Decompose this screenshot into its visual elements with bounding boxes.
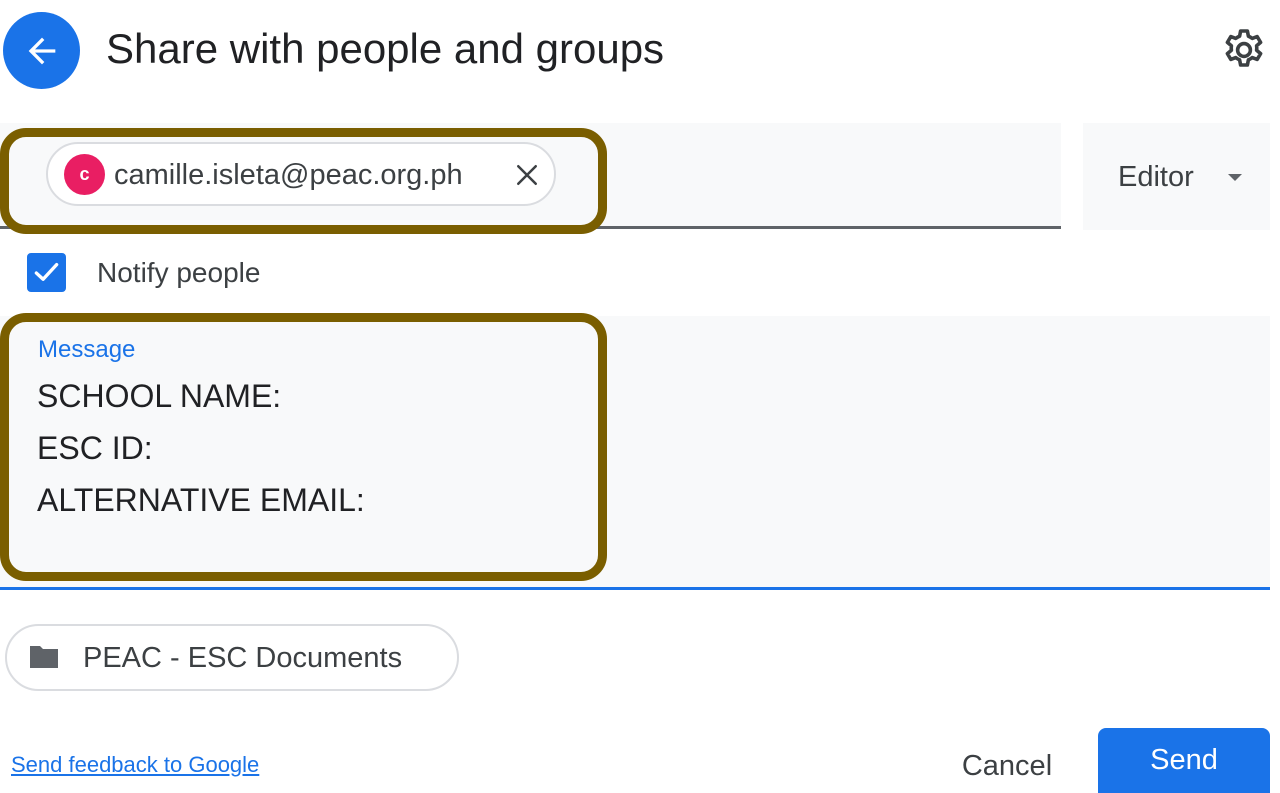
recipient-email: camille.isleta@peac.org.ph — [114, 159, 463, 191]
close-icon — [517, 165, 537, 185]
message-text: SCHOOL NAME: ESC ID: ALTERNATIVE EMAIL: — [37, 378, 365, 518]
cancel-button[interactable]: Cancel — [940, 740, 1074, 793]
role-label: Editor — [1118, 161, 1194, 193]
settings-button[interactable] — [1220, 26, 1268, 74]
message-label: Message — [38, 336, 136, 363]
gear-icon — [1225, 29, 1263, 67]
folder-icon — [28, 644, 60, 675]
remove-recipient-button[interactable] — [512, 160, 542, 190]
checkmark-icon — [34, 262, 59, 281]
avatar: c — [64, 154, 105, 195]
feedback-link[interactable]: Send feedback to Google — [11, 751, 259, 779]
caret-down-icon — [1226, 169, 1244, 187]
notify-checkbox[interactable] — [27, 253, 66, 292]
dialog-title: Share with people and groups — [106, 25, 665, 72]
notify-label: Notify people — [97, 257, 261, 288]
back-button[interactable] — [3, 12, 80, 89]
folder-label: PEAC - ESC Documents — [83, 642, 403, 674]
arrow-back-icon — [28, 37, 56, 65]
send-button[interactable]: Send — [1098, 728, 1270, 793]
